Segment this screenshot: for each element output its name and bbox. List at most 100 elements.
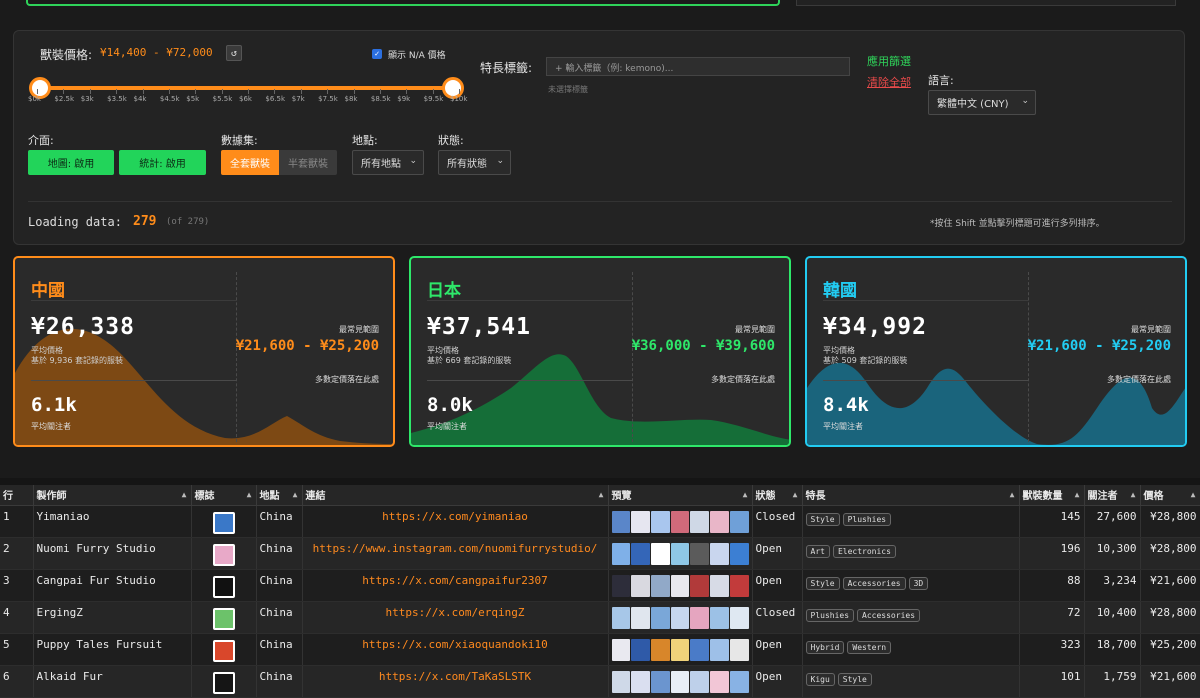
apply-filter-link[interactable]: 應用篩選 xyxy=(867,53,911,69)
preview-thumbnail[interactable] xyxy=(650,638,670,661)
column-header-logo[interactable]: 標誌 ▲ xyxy=(191,485,257,506)
preview-thumbnail[interactable] xyxy=(710,606,729,629)
column-header-location[interactable]: 地點 ▲ xyxy=(256,485,303,506)
preview-thumbnail[interactable] xyxy=(690,606,710,629)
maker-link[interactable]: https://x.com/TaKaSLSTK xyxy=(302,665,609,698)
price-tick: $3k xyxy=(80,95,94,103)
preview-thumbnail[interactable] xyxy=(611,638,631,661)
preview-thumbnail[interactable] xyxy=(690,670,710,693)
preview-thumbnail[interactable] xyxy=(690,510,710,533)
maker-link[interactable]: https://x.com/xiaoquandoki10 xyxy=(302,633,609,666)
language-select[interactable]: 繁體中文 (CNY) ⌄ xyxy=(928,90,1036,115)
preview-thumbnail[interactable] xyxy=(729,638,749,661)
tags-input[interactable]: + 輸入標籤（例: kemono)... xyxy=(546,57,850,76)
column-header-maker[interactable]: 製作師 ▲ xyxy=(33,485,192,506)
column-header-preview[interactable]: 預覽 ▲ xyxy=(608,485,753,506)
preview-thumbnail[interactable] xyxy=(611,542,631,565)
preview-thumbnails[interactable] xyxy=(611,574,749,597)
location-select[interactable]: 所有地點 ⌄ xyxy=(352,150,424,175)
preview-thumbnail[interactable] xyxy=(670,574,690,597)
preview-thumbnail[interactable] xyxy=(729,574,749,597)
preview-thumbnail[interactable] xyxy=(729,510,749,533)
preview-thumbnail[interactable] xyxy=(611,670,631,693)
maker-link[interactable]: https://www.instagram.com/nuomifurrystud… xyxy=(302,537,609,570)
column-header-label: 行 xyxy=(3,491,13,503)
column-header-label: 狀態 xyxy=(755,491,776,503)
preview-thumbnail[interactable] xyxy=(729,542,749,565)
preview-thumbnail[interactable] xyxy=(690,574,710,597)
dataset-full-button[interactable]: 全套獸裝 xyxy=(221,150,279,175)
table-row[interactable]: 5 Puppy Tales Fursuit China https://x.com/x… xyxy=(0,633,1200,666)
logo-cell xyxy=(191,633,257,666)
maker-name: Nuomi Furry Studio xyxy=(33,537,192,570)
preview-thumbnail[interactable] xyxy=(631,670,650,693)
column-header-count[interactable]: 獸裝數量 ▲ xyxy=(1019,485,1085,506)
card-korea: 韓國 ¥34,992 平均價格 基於 509 套記錄的服裝 最常見範圍 ¥21,… xyxy=(805,256,1187,447)
avg-followers: 6.1k xyxy=(31,394,77,416)
preview-thumbnail[interactable] xyxy=(650,606,670,629)
column-header-row[interactable]: 行 xyxy=(0,485,34,506)
preview-thumbnail[interactable] xyxy=(710,542,729,565)
table-row[interactable]: 3 Cangpai Fur Studio China https://x.com/ca… xyxy=(0,569,1200,602)
preview-thumbnail[interactable] xyxy=(690,542,710,565)
column-header-followers[interactable]: 關注者 ▲ xyxy=(1084,485,1141,506)
preview-cell[interactable] xyxy=(608,537,753,570)
preview-thumbnail[interactable] xyxy=(710,638,729,661)
preview-thumbnail[interactable] xyxy=(729,670,749,693)
preview-thumbnail[interactable] xyxy=(710,670,729,693)
reset-price-button[interactable]: ↺ xyxy=(226,45,242,61)
preview-thumbnails[interactable] xyxy=(611,638,749,661)
preview-thumbnail[interactable] xyxy=(650,670,670,693)
preview-thumbnail[interactable] xyxy=(670,510,690,533)
preview-thumbnail[interactable] xyxy=(710,510,729,533)
status-select[interactable]: 所有狀態 ⌄ xyxy=(438,150,511,175)
preview-thumbnail[interactable] xyxy=(670,670,690,693)
preview-thumbnail[interactable] xyxy=(710,574,729,597)
preview-thumbnail[interactable] xyxy=(611,574,631,597)
dataset-half-button[interactable]: 半套獸裝 xyxy=(279,150,337,175)
preview-thumbnail[interactable] xyxy=(670,638,690,661)
map-toggle-button[interactable]: 地圖: 啟用 xyxy=(28,150,114,175)
preview-cell[interactable] xyxy=(608,633,753,666)
column-header-status[interactable]: 狀態 ▲ xyxy=(752,485,803,506)
column-header-specialty[interactable]: 特長 ▲ xyxy=(802,485,1020,506)
preview-thumbnail[interactable] xyxy=(729,606,749,629)
preview-thumbnail[interactable] xyxy=(650,542,670,565)
table-row[interactable]: 4 ErgingZ China https://x.com/erqingZ Closed… xyxy=(0,601,1200,634)
preview-cell[interactable] xyxy=(608,601,753,634)
preview-thumbnail[interactable] xyxy=(650,510,670,533)
table-row[interactable]: 6 Alkaid Fur China https://x.com/TaKaSLSTK O… xyxy=(0,665,1200,698)
preview-thumbnail[interactable] xyxy=(670,606,690,629)
preview-thumbnail[interactable] xyxy=(631,510,650,533)
preview-thumbnail[interactable] xyxy=(611,510,631,533)
preview-thumbnail[interactable] xyxy=(650,574,670,597)
status-value: 所有狀態 xyxy=(447,159,487,170)
table-row[interactable]: 2 Nuomi Furry Studio China https://www.inst… xyxy=(0,537,1200,570)
preview-thumbnail[interactable] xyxy=(631,574,650,597)
column-header-price[interactable]: 價格 ▲ xyxy=(1140,485,1200,506)
maker-link[interactable]: https://x.com/cangpaifur2307 xyxy=(302,569,609,602)
preview-thumbnails[interactable] xyxy=(611,510,749,533)
preview-cell[interactable] xyxy=(608,569,753,602)
clear-all-link[interactable]: 清除全部 xyxy=(867,74,911,90)
preview-thumbnail[interactable] xyxy=(631,606,650,629)
preview-thumbnail[interactable] xyxy=(690,638,710,661)
preview-thumbnail[interactable] xyxy=(631,638,650,661)
preview-thumbnail[interactable] xyxy=(631,542,650,565)
maker-link[interactable]: https://x.com/erqingZ xyxy=(302,601,609,634)
preview-cell[interactable] xyxy=(608,505,753,538)
preview-thumbnails[interactable] xyxy=(611,542,749,565)
preview-thumbnails[interactable] xyxy=(611,606,749,629)
preview-thumbnail[interactable] xyxy=(670,542,690,565)
column-header-link[interactable]: 連結 ▲ xyxy=(302,485,609,506)
table-row[interactable]: 1 Yimaniao China https://x.com/yimaniao Clos… xyxy=(0,505,1200,538)
preview-thumbnail[interactable] xyxy=(611,606,631,629)
sort-arrow-icon: ▲ xyxy=(792,490,798,499)
show-na-checkbox[interactable]: ✓ xyxy=(372,49,382,59)
stats-toggle-button[interactable]: 統計: 啟用 xyxy=(119,150,206,175)
preview-thumbnails[interactable] xyxy=(611,670,749,693)
price-slider-track[interactable] xyxy=(40,86,454,90)
sort-arrow-icon: ▲ xyxy=(292,490,298,499)
preview-cell[interactable] xyxy=(608,665,753,698)
maker-link[interactable]: https://x.com/yimaniao xyxy=(302,505,609,538)
